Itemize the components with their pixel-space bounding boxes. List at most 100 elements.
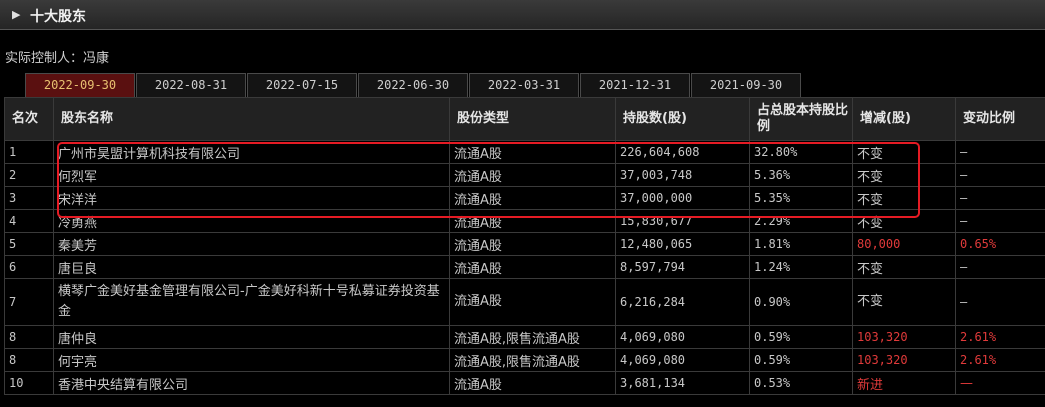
- cell-rank: 1: [4, 140, 54, 164]
- column-header-ratio[interactable]: 变动比例: [955, 97, 1045, 141]
- table-row[interactable]: 2 何烈军 流通A股 37,003,748 5.36% 不变 —: [4, 163, 1045, 187]
- cell-type: 流通A股: [449, 232, 616, 256]
- cell-shares: 15,830,677: [615, 209, 750, 233]
- cell-pct: 0.59%: [749, 348, 853, 372]
- cell-pct: 1.81%: [749, 232, 853, 256]
- tab-date[interactable]: 2021-09-30: [691, 73, 801, 97]
- cell-change: 不变: [852, 209, 956, 233]
- cell-type: 流通A股,限售流通A股: [449, 348, 616, 372]
- cell-name: 冷勇燕: [53, 209, 450, 233]
- column-header-name[interactable]: 股东名称: [53, 97, 450, 141]
- cell-ratio: —: [955, 278, 1045, 326]
- cell-type: 流通A股: [449, 278, 616, 326]
- cell-rank: 2: [4, 163, 54, 187]
- tab-date[interactable]: 2022-06-30: [358, 73, 468, 97]
- cell-type: 流通A股: [449, 140, 616, 164]
- cell-ratio: —: [955, 163, 1045, 187]
- cell-ratio: —: [955, 140, 1045, 164]
- cell-ratio: 2.61%: [955, 348, 1045, 372]
- cell-shares: 226,604,608: [615, 140, 750, 164]
- table-row[interactable]: 4 冷勇燕 流通A股 15,830,677 2.29% 不变 —: [4, 209, 1045, 233]
- cell-rank: 4: [4, 209, 54, 233]
- tab-date[interactable]: 2022-08-31: [136, 73, 246, 97]
- cell-rank: 8: [4, 348, 54, 372]
- cell-change: 103,320: [852, 325, 956, 349]
- cell-shares: 4,069,080: [615, 325, 750, 349]
- cell-change: 80,000: [852, 232, 956, 256]
- cell-type: 流通A股: [449, 186, 616, 210]
- cell-rank: 8: [4, 325, 54, 349]
- column-header-change[interactable]: 增减(股): [852, 97, 956, 141]
- cell-ratio: 2.61%: [955, 325, 1045, 349]
- cell-pct: 0.53%: [749, 371, 853, 395]
- cell-pct: 32.80%: [749, 140, 853, 164]
- cell-ratio: 0.65%: [955, 232, 1045, 256]
- tab-date[interactable]: 2022-09-30: [25, 73, 135, 97]
- cell-pct: 1.24%: [749, 255, 853, 279]
- cell-pct: 0.59%: [749, 325, 853, 349]
- column-header-pct[interactable]: 占总股本持股比例: [749, 97, 853, 141]
- panel-header[interactable]: ▶ 十大股东: [0, 0, 1045, 30]
- cell-change: 103,320: [852, 348, 956, 372]
- panel-title: 十大股东: [30, 9, 86, 25]
- cell-type: 流通A股: [449, 209, 616, 233]
- cell-name: 香港中央结算有限公司: [53, 371, 450, 395]
- cell-shares: 37,003,748: [615, 163, 750, 187]
- expand-triangle-icon[interactable]: ▶: [12, 8, 20, 21]
- cell-type: 流通A股,限售流通A股: [449, 325, 616, 349]
- cell-change: 不变: [852, 140, 956, 164]
- cell-pct: 5.35%: [749, 186, 853, 210]
- table-header-row: 名次 股东名称 股份类型 持股数(股) 占总股本持股比例 增减(股) 变动比例: [4, 97, 1045, 141]
- cell-type: 流通A股: [449, 371, 616, 395]
- cell-ratio: —: [955, 371, 1045, 395]
- tab-date[interactable]: 2022-07-15: [247, 73, 357, 97]
- cell-name: 唐仲良: [53, 325, 450, 349]
- cell-shares: 4,069,080: [615, 348, 750, 372]
- cell-pct: 5.36%: [749, 163, 853, 187]
- table-row[interactable]: 8 唐仲良 流通A股,限售流通A股 4,069,080 0.59% 103,320 2.61…: [4, 325, 1045, 349]
- table-row[interactable]: 10 香港中央结算有限公司 流通A股 3,681,134 0.53% 新进 —: [4, 371, 1045, 395]
- cell-ratio: —: [955, 186, 1045, 210]
- column-header-shares[interactable]: 持股数(股): [615, 97, 750, 141]
- cell-name: 宋洋洋: [53, 186, 450, 210]
- cell-shares: 8,597,794: [615, 255, 750, 279]
- cell-rank: 7: [4, 278, 54, 326]
- cell-ratio: —: [955, 209, 1045, 233]
- cell-shares: 12,480,065: [615, 232, 750, 256]
- cell-name: 广州市昊盟计算机科技有限公司: [53, 140, 450, 164]
- cell-rank: 10: [4, 371, 54, 395]
- cell-type: 流通A股: [449, 163, 616, 187]
- cell-shares: 37,000,000: [615, 186, 750, 210]
- tab-date[interactable]: 2022-03-31: [469, 73, 579, 97]
- top-shareholders-table: 名次 股东名称 股份类型 持股数(股) 占总股本持股比例 增减(股) 变动比例 …: [4, 97, 1045, 395]
- cell-change: 不变: [852, 255, 956, 279]
- tab-date[interactable]: 2021-12-31: [580, 73, 690, 97]
- column-header-type[interactable]: 股份类型: [449, 97, 616, 141]
- cell-ratio: —: [955, 255, 1045, 279]
- cell-type: 流通A股: [449, 255, 616, 279]
- actual-controller: 实际控制人：冯康: [5, 51, 110, 66]
- table-row[interactable]: 1 广州市昊盟计算机科技有限公司 流通A股 226,604,608 32.80% 不变 —: [4, 140, 1045, 164]
- cell-change: 不变: [852, 186, 956, 210]
- cell-name: 秦美芳: [53, 232, 450, 256]
- table-row[interactable]: 7 横琴广金美好基金管理有限公司-广金美好科新十号私募证券投资基金 流通A股 6,21…: [4, 278, 1045, 326]
- cell-name: 唐巨良: [53, 255, 450, 279]
- table-row[interactable]: 5 秦美芳 流通A股 12,480,065 1.81% 80,000 0.65%: [4, 232, 1045, 256]
- cell-name: 何烈军: [53, 163, 450, 187]
- table-row[interactable]: 6 唐巨良 流通A股 8,597,794 1.24% 不变 —: [4, 255, 1045, 279]
- cell-pct: 0.90%: [749, 278, 853, 326]
- cell-change: 不变: [852, 163, 956, 187]
- table-row[interactable]: 3 宋洋洋 流通A股 37,000,000 5.35% 不变 —: [4, 186, 1045, 210]
- cell-change: 新进: [852, 371, 956, 395]
- cell-name: 何宇亮: [53, 348, 450, 372]
- column-header-rank[interactable]: 名次: [4, 97, 54, 141]
- cell-name: 横琴广金美好基金管理有限公司-广金美好科新十号私募证券投资基金: [53, 278, 450, 326]
- cell-rank: 5: [4, 232, 54, 256]
- cell-shares: 3,681,134: [615, 371, 750, 395]
- cell-pct: 2.29%: [749, 209, 853, 233]
- cell-rank: 6: [4, 255, 54, 279]
- cell-rank: 3: [4, 186, 54, 210]
- cell-shares: 6,216,284: [615, 278, 750, 326]
- cell-change: 不变: [852, 278, 956, 326]
- table-row[interactable]: 8 何宇亮 流通A股,限售流通A股 4,069,080 0.59% 103,320 2.61…: [4, 348, 1045, 372]
